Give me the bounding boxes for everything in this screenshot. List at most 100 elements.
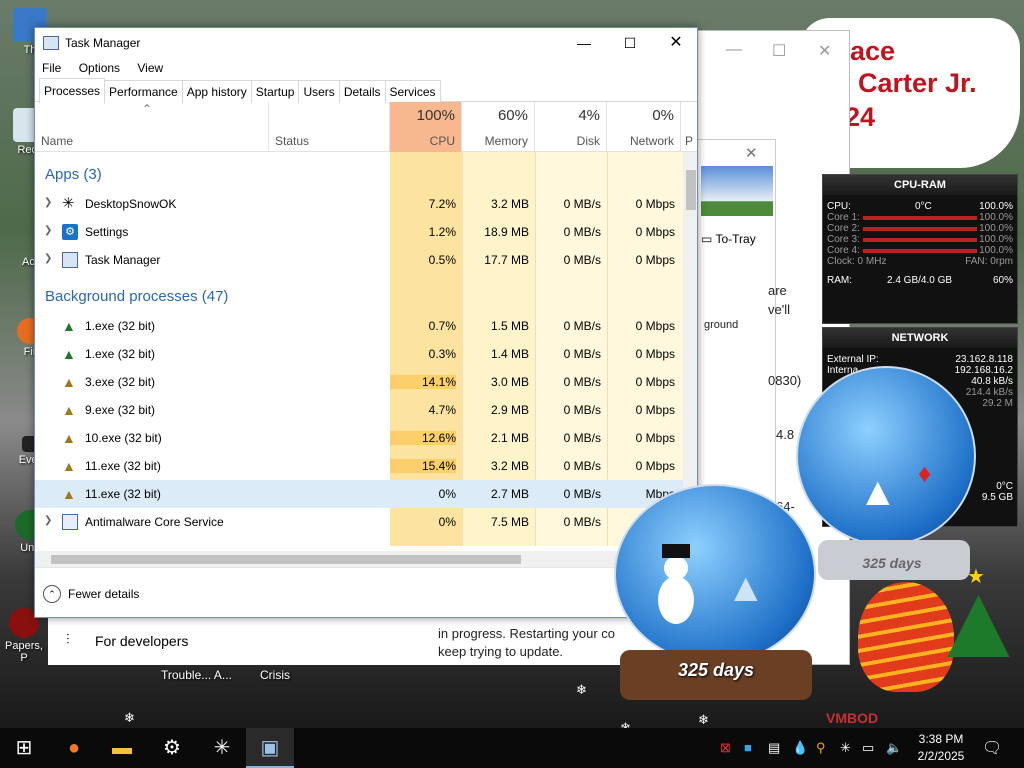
task-manager-icon[interactable]: ▣ [246, 728, 294, 768]
process-row[interactable]: ❯ ⚙ Settings 1.2% 18.9 MB 0 MB/s 0 Mbps [35, 218, 683, 246]
process-row[interactable]: ▲ 10.exe (32 bit) 12.6% 2.1 MB 0 MB/s 0 … [35, 424, 683, 452]
power-column-header[interactable]: P [681, 102, 699, 152]
snowflake-icon[interactable]: ✳ [198, 728, 246, 768]
process-row[interactable]: ▲ 1.exe (32 bit) 0.7% 1.5 MB 0 MB/s 0 Mb… [35, 312, 683, 340]
minimize-button[interactable]: — [561, 28, 607, 58]
chevron-right-icon[interactable]: ❯ [44, 515, 52, 526]
snowflake-icon[interactable]: ✳ [840, 740, 851, 756]
time: 3:38 PM [918, 732, 964, 746]
cpu-value: 0% [438, 487, 456, 501]
close-button[interactable]: ✕ [653, 28, 699, 58]
tray-icon[interactable]: ⊠ [720, 740, 731, 756]
network-column-header[interactable]: 0% Network [607, 102, 681, 152]
cpu-column-header[interactable]: 100% CPU [390, 102, 462, 152]
christmas-tree-icon: ▲ [62, 430, 76, 446]
date: 2/2/2025 [917, 749, 965, 763]
small-snow-globe [796, 366, 976, 546]
tray-icon[interactable]: ⚲ [816, 740, 826, 756]
chevron-up-icon[interactable]: ⌃ [43, 585, 61, 603]
process-row[interactable]: ❯ ✳ DesktopSnowOK 7.2% 3.2 MB 0 MB/s 0 M… [35, 190, 683, 218]
network-icon[interactable]: ▭ [862, 740, 874, 756]
memory-column-header[interactable]: 60% Memory [462, 102, 535, 152]
network-value: 0 Mbps [635, 431, 675, 445]
minimize-icon[interactable]: — [726, 41, 742, 59]
tray-icon[interactable]: 💧 [792, 740, 808, 756]
desktop-icon-label: Papers, P [5, 640, 43, 664]
process-row[interactable]: ▲ 9.exe (32 bit) 4.7% 2.9 MB 0 MB/s 0 Mb… [35, 396, 683, 424]
scrollbar-thumb[interactable] [51, 555, 521, 564]
process-row[interactable]: ▲ 11.exe (32 bit) 15.4% 3.2 MB 0 MB/s 0 … [35, 452, 683, 480]
tray-icon[interactable]: ■ [744, 740, 752, 755]
process-name: DesktopSnowOK [85, 197, 177, 211]
tab-services[interactable]: Services [384, 80, 441, 103]
menu-file[interactable]: File [42, 58, 61, 78]
notification-icon[interactable]: 🗨 [982, 738, 1002, 758]
name-column-header[interactable]: Name [35, 102, 269, 152]
to-tray-button[interactable]: ▭ To-Tray [701, 232, 756, 246]
disk-column-header[interactable]: 4% Disk [535, 102, 607, 152]
process-row[interactable]: ❯ Antimalware Core Service 0% 7.5 MB 0 M… [35, 508, 683, 536]
clock[interactable]: 3:38 PM 2/2/2025 [912, 731, 970, 765]
christmas-tree-icon: ▲ [62, 486, 76, 502]
banner-line-1: ace [850, 36, 896, 66]
status-column-header[interactable]: Status [269, 102, 390, 152]
fewer-details-button[interactable]: Fewer details [68, 587, 139, 601]
process-row-selected[interactable]: ▲ 11.exe (32 bit) 0% 2.7 MB 0 MB/s Mbps [35, 480, 683, 508]
cpu-ram-gadget[interactable]: CPU-RAM CPU: 0°C 100.0% Core 1: 100.0% C… [822, 174, 1018, 324]
process-row[interactable]: ❯ Task Manager 0.5% 17.7 MB 0 MB/s 0 Mbp… [35, 246, 683, 274]
core-row: Core 1: 100.0% [827, 212, 1013, 223]
core-bar [863, 249, 977, 253]
memory-value: 2.9 MB [490, 403, 529, 417]
file-explorer-icon[interactable]: ▬ [98, 728, 146, 768]
settings-icon[interactable]: ⚙ [148, 728, 196, 768]
disk-value: 0 MB/s [563, 487, 601, 501]
tab-processes[interactable]: Processes [39, 78, 106, 104]
core-bar [863, 227, 977, 231]
chevron-right-icon[interactable]: ❯ [44, 225, 52, 236]
snowflake-icon: ❄ [698, 712, 709, 727]
chevron-right-icon[interactable]: ❯ [44, 197, 52, 208]
core-row: Core 2: 100.0% [827, 223, 1013, 234]
menu-options[interactable]: Options [79, 58, 120, 78]
desktop-label-crisis[interactable]: Crisis [260, 668, 290, 682]
disk-value: 0 MB/s [563, 253, 601, 267]
gadget-title: NETWORK [823, 328, 1017, 348]
scrollbar-thumb[interactable] [686, 170, 696, 210]
maximize-icon[interactable]: ☐ [772, 41, 786, 61]
tab-app-history[interactable]: App history [181, 80, 252, 103]
horizontal-scrollbar[interactable] [35, 551, 699, 567]
menu-view[interactable]: View [137, 58, 163, 78]
cpu-value: 4.7% [428, 403, 456, 417]
christmas-tree-icon: ▲ [62, 318, 76, 334]
cpu-value: 14.1% [390, 375, 456, 389]
big-days-counter: 325 days [677, 660, 755, 680]
tab-details[interactable]: Details [338, 80, 386, 103]
network-value: 0 Mbps [635, 225, 675, 239]
snowflake-icon: ❄ [576, 682, 587, 697]
network-value: 0 Mbps [635, 347, 675, 361]
memory-value: 1.5 MB [490, 319, 529, 333]
windows-icon[interactable]: ⊞ [0, 728, 48, 768]
disk-value: 0 MB/s [563, 431, 601, 445]
volume-icon[interactable]: 🔈 [886, 740, 902, 756]
process-row[interactable]: ▲ 1.exe (32 bit) 0.3% 1.4 MB 0 MB/s 0 Mb… [35, 340, 683, 368]
footer: ⌃ Fewer details [35, 567, 697, 617]
cpu-value: 15.4% [390, 459, 456, 473]
process-name: 1.exe (32 bit) [85, 347, 156, 361]
tray-icon[interactable]: ▤ [768, 740, 780, 756]
tab-startup[interactable]: Startup [250, 80, 300, 103]
background-group-header[interactable]: Background processes (47) [45, 288, 228, 305]
back-text: ve'll [768, 302, 790, 317]
apps-group-header[interactable]: Apps (3) [45, 166, 102, 183]
title-bar[interactable]: Task Manager — ☐ ✕ [35, 28, 697, 58]
maximize-button[interactable]: ☐ [607, 28, 653, 58]
firefox-icon[interactable]: ● [50, 728, 98, 768]
close-icon[interactable]: ✕ [818, 41, 831, 61]
desktop-label-trouble[interactable]: Trouble... A... [161, 668, 232, 682]
tab-performance[interactable]: Performance [104, 80, 183, 103]
process-row[interactable]: ▲ 3.exe (32 bit) 14.1% 3.0 MB 0 MB/s 0 M… [35, 368, 683, 396]
for-developers-link[interactable]: For developers [95, 633, 188, 649]
chevron-right-icon[interactable]: ❯ [44, 253, 52, 264]
close-icon[interactable]: ✕ [745, 144, 758, 162]
tab-users[interactable]: Users [298, 80, 340, 103]
